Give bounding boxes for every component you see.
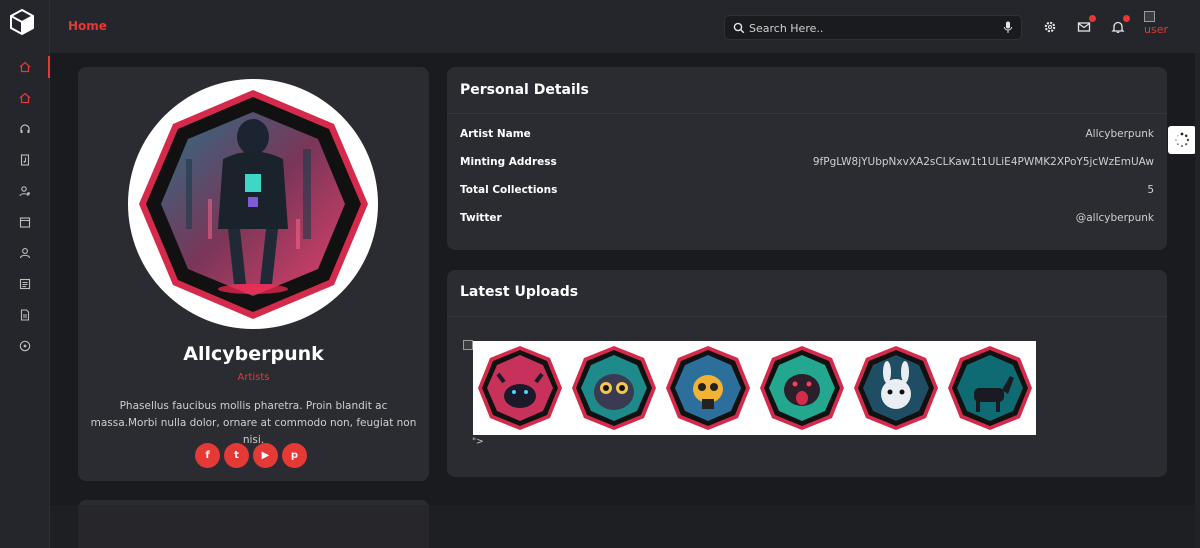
search-icon	[733, 22, 745, 34]
profile-card: Allcyberpunk Artists Phasellus faucibus …	[78, 67, 429, 481]
notification-badge	[1123, 15, 1130, 22]
messages-button[interactable]	[1077, 15, 1096, 33]
settings-button[interactable]	[1043, 19, 1057, 33]
breadcrumb-home[interactable]: Home	[68, 19, 107, 33]
profile-avatar	[128, 79, 378, 329]
divider	[447, 113, 1167, 114]
profile-name: Allcyberpunk	[183, 343, 324, 365]
twitter-button[interactable]: t	[224, 443, 249, 468]
home-icon	[19, 61, 31, 73]
sidebar-item-audio[interactable]	[0, 114, 50, 144]
upload-thumb-bee[interactable]	[664, 344, 752, 432]
latest-uploads-card: Latest Uploads ">	[447, 270, 1167, 477]
cyberpunk-figure-image	[139, 90, 368, 319]
detail-row-twitter: Twitter @allcyberpunk	[460, 212, 1154, 230]
sidebar-item-music[interactable]	[0, 145, 50, 175]
detail-value[interactable]: @allcyberpunk	[1076, 212, 1154, 224]
mail-icon	[1077, 22, 1091, 32]
upload-thumb-owl[interactable]	[570, 344, 658, 432]
search-box[interactable]	[724, 15, 1022, 40]
cube-logo-icon[interactable]	[9, 8, 35, 36]
youtube-icon: ▶	[261, 450, 270, 461]
detail-label: Artist Name	[460, 128, 531, 140]
upload-thumb-bull[interactable]	[476, 344, 564, 432]
bell-icon	[1111, 21, 1125, 33]
search-input[interactable]	[749, 19, 989, 37]
sidebar-item-calendar[interactable]	[0, 207, 50, 237]
sidebar-item-user-settings[interactable]	[0, 176, 50, 206]
detail-row-total-collections: Total Collections 5	[460, 184, 1154, 202]
youtube-button[interactable]: ▶	[253, 443, 278, 468]
gear-icon	[1044, 21, 1056, 33]
sidebar-item-disc[interactable]	[0, 331, 50, 361]
personal-details-title: Personal Details	[460, 82, 589, 98]
detail-label: Total Collections	[460, 184, 558, 196]
sidebar-item-user[interactable]	[0, 238, 50, 268]
spinner-icon	[1175, 132, 1190, 147]
upload-thumb-rat[interactable]	[758, 344, 846, 432]
mail-badge	[1089, 15, 1096, 22]
pinterest-icon: p	[290, 450, 299, 461]
broken-image-icon	[463, 340, 473, 350]
user-avatar-alt: user	[1144, 23, 1168, 36]
sidebar-item-home[interactable]	[0, 83, 50, 113]
document-icon	[20, 309, 30, 321]
detail-label: Twitter	[460, 212, 502, 224]
list-icon	[19, 278, 31, 290]
uploads-strip	[463, 340, 1036, 435]
detail-value: Allcyberpunk	[1085, 128, 1154, 140]
user-icon	[19, 248, 31, 259]
profile-role: Artists	[237, 372, 270, 383]
facebook-icon: f	[205, 450, 210, 461]
topbar: Home user	[50, 0, 1200, 53]
upload-thumb-donkey[interactable]	[946, 344, 1034, 432]
music-file-icon	[20, 154, 30, 166]
notifications-button[interactable]	[1111, 15, 1130, 33]
detail-value: 9fPgLW8jYUbpNxvXA2sCLKaw1t1ULiE4PWMK2XPo…	[812, 156, 1154, 168]
personal-details-card: Personal Details Artist Name Allcyberpun…	[447, 67, 1167, 250]
loading-spinner	[1168, 126, 1196, 154]
headphones-icon	[20, 124, 30, 133]
latest-uploads-title: Latest Uploads	[460, 284, 579, 300]
bottom-overlay	[50, 505, 1200, 548]
social-links: f t ▶ p	[195, 443, 313, 468]
disc-icon	[19, 340, 31, 352]
sidebar	[0, 0, 50, 548]
detail-row-minting-address: Minting Address 9fPgLW8jYUbpNxvXA2sCLKaw…	[460, 156, 1154, 174]
home-icon	[19, 92, 31, 104]
divider	[447, 316, 1167, 317]
calendar-icon	[19, 217, 31, 228]
facebook-button[interactable]: f	[195, 443, 220, 468]
pinterest-button[interactable]: p	[282, 443, 307, 468]
stray-markup-text: ">	[472, 437, 484, 447]
sidebar-item-home-active[interactable]	[0, 52, 50, 82]
profile-bio: Phasellus faucibus mollis pharetra. Proi…	[90, 400, 417, 446]
detail-row-artist-name: Artist Name Allcyberpunk	[460, 128, 1154, 146]
detail-label: Minting Address	[460, 156, 557, 168]
microphone-icon[interactable]	[1003, 21, 1013, 34]
detail-value: 5	[1147, 184, 1154, 196]
broken-image-icon	[1144, 11, 1155, 22]
twitter-icon: t	[234, 450, 239, 461]
scrollbar[interactable]	[1195, 53, 1200, 548]
sidebar-item-document[interactable]	[0, 300, 50, 330]
user-settings-icon	[19, 186, 30, 197]
sidebar-item-list[interactable]	[0, 269, 50, 299]
upload-thumb-rabbit[interactable]	[852, 344, 940, 432]
user-avatar[interactable]: user	[1144, 11, 1174, 37]
